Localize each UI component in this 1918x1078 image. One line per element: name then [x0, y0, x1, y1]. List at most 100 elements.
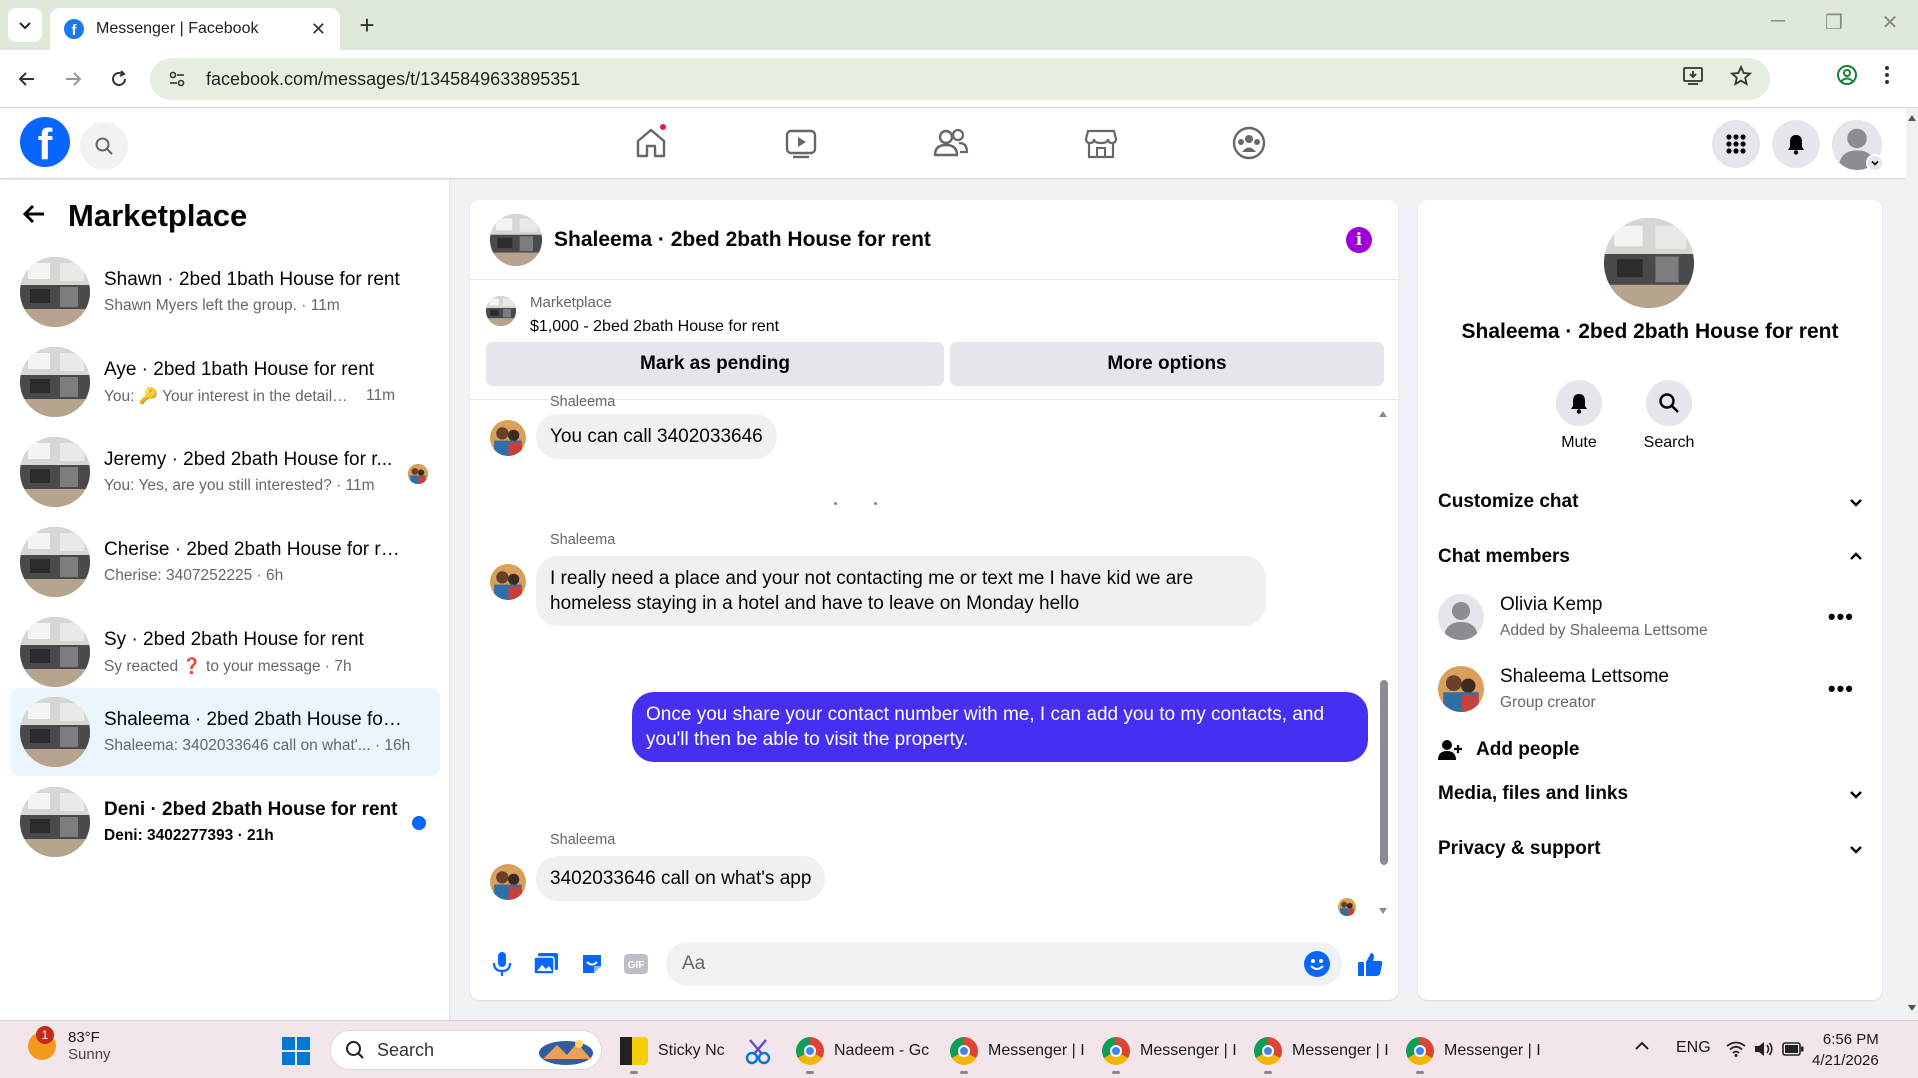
more-options-icon[interactable]: •••: [1828, 604, 1854, 630]
more-options-button[interactable]: More options: [950, 342, 1384, 386]
emoji-icon[interactable]: [1304, 951, 1330, 977]
scroll-up-icon[interactable]: [1378, 410, 1388, 418]
conversation-name: Aye · 2bed 1bath House for rent: [104, 358, 375, 380]
conversation-item[interactable]: Shawn · 2bed 1bath House for rent Shawn …: [10, 248, 440, 336]
message-composer: GIF Aa: [470, 930, 1398, 1000]
conversation-item[interactable]: Aye · 2bed 1bath House for rent You: 🔑 Y…: [10, 338, 440, 426]
bell-icon: [1788, 135, 1804, 155]
tab-title: Messenger | Facebook: [96, 20, 259, 37]
tab-search-dropdown-button[interactable]: [8, 8, 42, 42]
member-role: Added by Shaleema Lettsome: [1500, 622, 1708, 639]
listing-title[interactable]: $1,000 - 2bed 2bath House for rent: [530, 318, 779, 336]
scrollbar-thumb[interactable]: [1380, 680, 1388, 865]
conversation-item[interactable]: Sy · 2bed 2bath House for rent Sy reacte…: [10, 608, 440, 696]
taskbar-search-box[interactable]: Search: [330, 1030, 602, 1070]
chat-member[interactable]: Olivia Kemp Added by Shaleema Lettsome •…: [1438, 588, 1864, 646]
my-message-bubble: Once you share your contact number with …: [632, 692, 1368, 762]
nav-groups-button[interactable]: [1224, 118, 1274, 168]
menu-grid-button[interactable]: [1712, 120, 1760, 168]
browser-address-bar: facebook.com/messages/t/1345849633895351: [0, 50, 1918, 108]
conversation-item[interactable]: Cherise · 2bed 2bath House for rent Cher…: [10, 518, 440, 606]
taskbar-app-sticky-notes[interactable]: Sticky Nc: [620, 1031, 725, 1074]
customize-chat-row[interactable]: Customize chat: [1438, 482, 1864, 522]
conversation-item[interactable]: Jeremy · 2bed 2bath House for r... You: …: [10, 428, 440, 516]
message-scrollbar[interactable]: [1378, 410, 1388, 915]
minimize-window-button[interactable]: ─: [1758, 10, 1798, 33]
nav-video-button[interactable]: [776, 118, 826, 168]
mark-as-pending-button[interactable]: Mark as pending: [486, 342, 944, 386]
chat-member[interactable]: Shaleema Lettsome Group creator •••: [1438, 660, 1864, 718]
weather-temperature: 83°F: [68, 1029, 100, 1046]
account-chevron-icon[interactable]: [1866, 154, 1884, 172]
weather-widget[interactable]: 1 83°F Sunny: [28, 1026, 111, 1063]
browser-tab-active[interactable]: f Messenger | Facebook ✕: [50, 8, 340, 50]
member-role: Group creator: [1500, 694, 1596, 711]
site-settings-icon[interactable]: [168, 70, 186, 88]
taskbar-app-chrome[interactable]: Nadeem - Gc: [796, 1031, 929, 1074]
chat-avatar[interactable]: [490, 214, 542, 266]
browser-menu-icon[interactable]: [1884, 64, 1890, 92]
taskbar-app-chrome[interactable]: Messenger | I: [1102, 1031, 1237, 1074]
windows-start-icon[interactable]: [282, 1037, 310, 1065]
sticker-icon[interactable]: [578, 950, 606, 978]
show-hidden-icons-icon[interactable]: [1634, 1039, 1650, 1057]
tab-close-icon[interactable]: ✕: [311, 19, 326, 40]
search-conversation-button[interactable]: Search: [1624, 380, 1714, 452]
nav-friends-button[interactable]: [926, 118, 976, 168]
add-people-row[interactable]: Add people: [1438, 730, 1864, 770]
like-thumb-icon[interactable]: [1356, 950, 1384, 978]
nav-marketplace-button[interactable]: [1076, 118, 1126, 168]
gif-icon[interactable]: GIF: [622, 950, 650, 978]
message-input[interactable]: Aa: [666, 942, 1342, 986]
conversation-preview: Cherise: 3407252225 · 6h: [104, 567, 284, 584]
more-options-icon[interactable]: •••: [1828, 676, 1854, 702]
taskbar-clock[interactable]: 6:56 PM 4/21/2026: [1812, 1029, 1879, 1071]
profile-icon[interactable]: [1836, 64, 1858, 92]
url-omnibox[interactable]: facebook.com/messages/t/1345849633895351: [150, 58, 1770, 100]
battery-icon[interactable]: [1782, 1042, 1804, 1061]
page-scrollbar[interactable]: [1906, 108, 1918, 1020]
wifi-icon[interactable]: [1726, 1041, 1746, 1062]
taskbar-app-snipping-tool[interactable]: [744, 1031, 782, 1071]
friends-icon: [933, 128, 969, 157]
chevron-down-icon: [1850, 846, 1862, 854]
url-text: facebook.com/messages/t/1345849633895351: [206, 68, 581, 89]
nav-home-button[interactable]: [626, 118, 676, 168]
photo-icon[interactable]: [532, 950, 560, 978]
close-window-button[interactable]: ✕: [1870, 10, 1910, 35]
privacy-support-row[interactable]: Privacy & support: [1438, 829, 1864, 869]
microphone-icon[interactable]: [488, 950, 516, 978]
chat-members-row[interactable]: Chat members: [1438, 537, 1864, 577]
forward-button[interactable]: [58, 64, 88, 94]
scroll-up-icon[interactable]: [1907, 114, 1917, 122]
restore-window-button[interactable]: ❐: [1814, 10, 1854, 35]
language-indicator[interactable]: ENG: [1676, 1039, 1711, 1057]
chrome-icon: [950, 1037, 978, 1074]
taskbar-app-label: Messenger | I: [1444, 1042, 1541, 1059]
listing-thumbnail: [20, 697, 90, 767]
back-button[interactable]: [12, 64, 42, 94]
volume-icon[interactable]: [1754, 1041, 1774, 1062]
facebook-logo-icon[interactable]: f: [20, 117, 70, 167]
taskbar-app-chrome[interactable]: Messenger | I: [1254, 1031, 1389, 1074]
sender-avatar: [490, 564, 526, 600]
taskbar-app-chrome[interactable]: Messenger | I: [950, 1031, 1085, 1074]
conversation-item[interactable]: Deni · 2bed 2bath House for rent Deni: 3…: [10, 778, 440, 866]
reload-button[interactable]: [104, 64, 134, 94]
notifications-button[interactable]: [1772, 120, 1820, 168]
media-files-links-row[interactable]: Media, files and links: [1438, 774, 1864, 814]
bookmark-star-icon[interactable]: [1729, 64, 1753, 93]
conversation-time: 11m: [366, 386, 396, 404]
new-tab-button[interactable]: +: [352, 10, 382, 40]
facebook-search-button[interactable]: [80, 122, 128, 170]
sidebar-title: Marketplace: [68, 198, 248, 233]
chat-title[interactable]: Shaleema · 2bed 2bath House for rent: [554, 228, 1346, 252]
scroll-down-icon[interactable]: [1907, 1004, 1917, 1012]
mute-button[interactable]: Mute: [1534, 380, 1624, 452]
back-arrow-icon[interactable]: [22, 199, 46, 233]
conversation-info-icon[interactable]: i: [1346, 226, 1372, 253]
taskbar-app-chrome[interactable]: Messenger | I: [1406, 1031, 1541, 1074]
scroll-down-icon[interactable]: [1378, 907, 1388, 915]
conversation-item-active[interactable]: Shaleema · 2bed 2bath House for ... Shal…: [10, 688, 440, 776]
install-app-icon[interactable]: [1682, 65, 1704, 93]
